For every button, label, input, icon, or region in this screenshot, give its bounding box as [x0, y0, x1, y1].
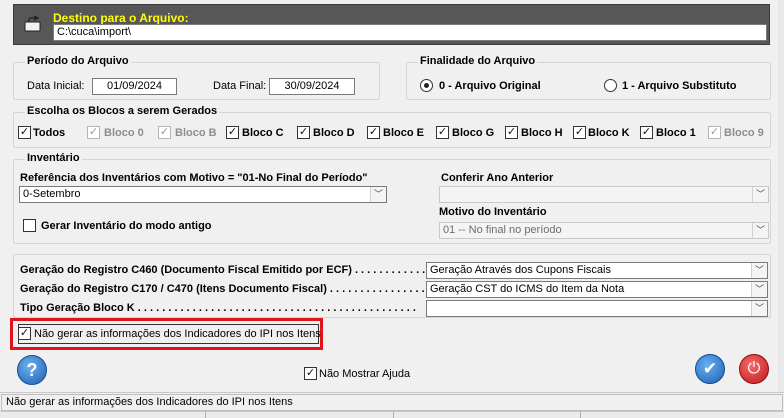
prev-year-select[interactable]: ﹀: [439, 186, 769, 203]
block-1-label: Bloco 1: [656, 127, 696, 139]
folder-icon[interactable]: [22, 14, 44, 36]
start-date-label: Data Inicial:: [27, 80, 85, 92]
destination-path-input[interactable]: C:\cuca\import\: [53, 24, 767, 41]
status-bar: Não gerar as informações dos Indicadores…: [1, 394, 783, 411]
hide-help-label: Não Mostrar Ajuda: [319, 368, 411, 380]
block-k-checkbox[interactable]: ✓: [573, 126, 586, 139]
block-all-label: Todos: [33, 127, 66, 139]
block-b-checkbox[interactable]: ✓: [158, 126, 171, 139]
block-k-label: Bloco K: [588, 127, 630, 139]
exit-button[interactable]: ⏻: [739, 354, 769, 384]
block-e-label: Bloco E: [383, 127, 424, 139]
ipi-indicators-checkbox[interactable]: ✓: [18, 327, 31, 340]
block-g-label: Bloco G: [452, 127, 495, 139]
inventory-old-mode-checkbox[interactable]: [23, 219, 36, 232]
help-icon: ?: [26, 360, 38, 380]
end-date-input[interactable]: 30/09/2024: [269, 78, 355, 95]
chevron-down-icon[interactable]: ﹀: [751, 263, 767, 278]
chevron-down-icon[interactable]: ﹀: [752, 223, 768, 238]
inventory-reference-select[interactable]: 0-Setembro ﹀: [19, 186, 387, 203]
block-h-checkbox[interactable]: ✓: [505, 126, 518, 139]
block-g-checkbox[interactable]: ✓: [436, 126, 449, 139]
block-k-type-select[interactable]: ﹀: [426, 300, 768, 317]
block-0-checkbox[interactable]: ✓: [87, 126, 100, 139]
ipi-indicators-label: Não gerar as informações dos Indicadores…: [34, 328, 321, 340]
destination-label: Destino para o Arquivo:: [53, 11, 189, 25]
block-k-type-label: Tipo Geração Bloco K . . . . . . . . . .…: [20, 302, 416, 314]
inventory-reason-value: 01 -- No final no período: [443, 224, 562, 236]
bottom-status-strip: [0, 411, 784, 418]
purpose-substitute-label: 1 - Arquivo Substituto: [622, 80, 737, 92]
block-1-checkbox[interactable]: ✓: [640, 126, 653, 139]
c460-label: Geração do Registro C460 (Documento Fisc…: [20, 264, 444, 276]
c170-value: Geração CST do ICMS do Item da Nota: [430, 283, 625, 295]
c460-select[interactable]: Geração Através dos Cupons Fiscais ﹀: [426, 262, 768, 279]
window-edge: [778, 0, 784, 392]
confirm-button[interactable]: ✔: [695, 354, 725, 384]
inventory-reference-value: 0-Setembro: [23, 188, 81, 200]
prev-year-label: Conferir Ano Anterior: [441, 172, 554, 184]
end-date-label: Data Final:: [213, 80, 267, 92]
start-date-input[interactable]: 01/09/2024: [92, 78, 177, 95]
strip-divider: [205, 411, 206, 418]
strip-divider: [580, 411, 581, 418]
purpose-original-radio[interactable]: [420, 79, 433, 92]
purpose-substitute-radio[interactable]: [604, 79, 617, 92]
block-9-label: Bloco 9: [724, 127, 764, 139]
period-title: Período do Arquivo: [25, 55, 131, 67]
c460-value: Geração Através dos Cupons Fiscais: [430, 264, 611, 276]
block-e-checkbox[interactable]: ✓: [367, 126, 380, 139]
block-b-label: Bloco B: [175, 127, 217, 139]
chevron-down-icon[interactable]: ﹀: [752, 187, 768, 202]
block-all-checkbox[interactable]: ✓: [18, 126, 31, 139]
c170-select[interactable]: Geração CST do ICMS do Item da Nota ﹀: [426, 281, 768, 298]
check-icon: ✔: [702, 359, 718, 378]
inventory-reason-label: Motivo do Inventário: [439, 206, 547, 218]
block-0-label: Bloco 0: [104, 127, 144, 139]
block-c-checkbox[interactable]: ✓: [226, 126, 239, 139]
inventory-old-mode-label: Gerar Inventário do modo antigo: [41, 220, 212, 232]
inventory-reference-label: Referência dos Inventários com Motivo = …: [20, 172, 368, 184]
inventory-title: Inventário: [25, 152, 82, 164]
block-h-label: Bloco H: [521, 127, 563, 139]
block-d-checkbox[interactable]: ✓: [297, 126, 310, 139]
separator: [0, 392, 784, 393]
blocks-title: Escolha os Blocos a serem Gerados: [25, 105, 220, 117]
purpose-original-label: 0 - Arquivo Original: [439, 80, 541, 92]
help-button[interactable]: ?: [17, 355, 47, 385]
block-c-label: Bloco C: [242, 127, 284, 139]
purpose-title: Finalidade do Arquivo: [418, 55, 538, 67]
inventory-reason-select[interactable]: 01 -- No final no período ﹀: [439, 222, 769, 239]
chevron-down-icon[interactable]: ﹀: [751, 282, 767, 297]
power-icon: ⏻: [747, 360, 761, 377]
block-d-label: Bloco D: [313, 127, 355, 139]
strip-divider: [393, 411, 394, 418]
c170-label: Geração do Registro C170 / C470 (Itens D…: [20, 283, 437, 295]
block-9-checkbox[interactable]: ✓: [708, 126, 721, 139]
hide-help-checkbox[interactable]: ✓: [304, 367, 317, 380]
chevron-down-icon[interactable]: ﹀: [370, 187, 386, 202]
chevron-down-icon[interactable]: ﹀: [751, 301, 767, 316]
